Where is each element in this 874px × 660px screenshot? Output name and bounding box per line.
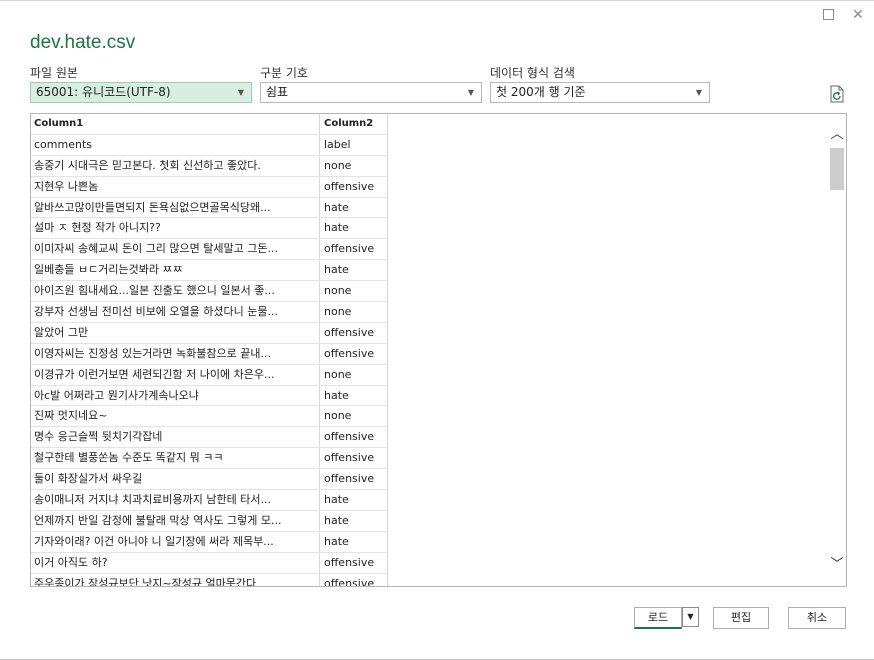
table-cell-comment: 아이즈원 힘내세요...일본 진출도 했으니 일본서 좋... — [31, 281, 320, 302]
chevron-down-icon[interactable]: ﹀ — [828, 556, 846, 574]
table-row: 이미자씨 송혜교씨 돈이 그리 많으면 탈세말고 그돈... offensive — [31, 239, 388, 261]
table-row: 설마 ㅈ 현정 작가 아니지?? hate — [31, 218, 388, 240]
table-cell-label: hate — [320, 531, 388, 552]
table-cell-comment: 기자와이래? 이건 아니야 니 일기장에 써라 제목부... — [31, 531, 320, 552]
table-cell-label: offensive — [320, 469, 388, 490]
table-row: 강부자 선생님 전미선 비보에 오열을 하셨다니 눈물... none — [31, 302, 388, 323]
dialog-title: dev.hate.csv — [30, 32, 136, 53]
cancel-button[interactable]: 취소 — [788, 607, 846, 629]
table-cell-label: none — [320, 364, 388, 385]
table-header-row: Column1 Column2 — [31, 114, 388, 135]
delimiter-value: 쉼표 — [266, 85, 289, 99]
detection-label: 데이터 형식 검색 — [490, 66, 575, 80]
load-options-button[interactable]: ▼ — [682, 607, 699, 627]
detection-dropdown[interactable]: 첫 200개 행 기준 ▼ — [490, 82, 710, 103]
maximize-icon[interactable] — [820, 7, 836, 23]
scrollbar-thumb[interactable] — [830, 148, 844, 190]
table-cell-label: offensive — [320, 239, 388, 260]
table-cell-comment: 설마 ㅈ 현정 작가 아니지?? — [31, 218, 320, 239]
refresh-icon[interactable] — [829, 85, 845, 103]
table-row: 언제까지 반일 감정에 불탈래 막상 역사도 그렇게 모... hate — [31, 510, 388, 532]
table-cell-label: none — [320, 281, 388, 302]
table-cell-comment: 주우종이가 장성규보단 낫지~장성규 얼마못간다 — [31, 573, 320, 586]
table-cell-label: hate — [320, 490, 388, 510]
detection-value: 첫 200개 행 기준 — [496, 85, 586, 99]
table-cell-comment: 이경규가 이런거보면 세련되긴함 저 나이에 차은우... — [31, 364, 320, 385]
table-cell-label: none — [320, 155, 388, 176]
preview-table: Column1 Column2 comments label 송중기 시대극은 믿고본다… — [31, 114, 388, 586]
table-cell-label: label — [320, 134, 388, 155]
table-cell-comment: 알았어 그만 — [31, 322, 320, 343]
file-origin-dropdown[interactable]: 65001: 유니코드(UTF-8) ▼ — [30, 82, 252, 103]
table-cell-label: offensive — [320, 552, 388, 573]
table-row: 알았어 그만 offensive — [31, 322, 388, 344]
table-row: comments label — [31, 134, 388, 156]
table-cell-label: hate — [320, 218, 388, 239]
delimiter-dropdown[interactable]: 쉼표 ▼ — [260, 82, 482, 103]
chevron-down-icon: ▼ — [695, 88, 702, 97]
table-row: 송이매니저 거지냐 치과치료비용까지 남한테 타서... hate — [31, 490, 388, 511]
table-cell-label: none — [320, 406, 388, 427]
table-cell-label: none — [320, 302, 388, 322]
load-button[interactable]: 로드 — [634, 607, 682, 629]
edit-button[interactable]: 편집 — [713, 607, 769, 629]
file-origin-label: 파일 원본 — [30, 66, 78, 80]
table-row: 명수 응근슬쩍 뒷치기각잡네 offensive — [31, 427, 388, 449]
table-row: 둘이 화장실가서 싸우길 offensive — [31, 469, 388, 491]
table-cell-label: hate — [320, 510, 388, 531]
table-cell-comment: 강부자 선생님 전미선 비보에 오열을 하셨다니 눈물... — [31, 302, 320, 322]
table-cell-comment: 명수 응근슬쩍 뒷치기각잡네 — [31, 427, 320, 448]
table-row: 철구한테 별풍쏜놈 수준도 똑같지 뭐 ㅋㅋ offensive — [31, 448, 388, 470]
table-cell-label: offensive — [320, 448, 388, 469]
table-cell-comment: 둘이 화장실가서 싸우길 — [31, 469, 320, 490]
table-cell-label: hate — [320, 260, 388, 281]
data-preview: Column1 Column2 comments label 송중기 시대극은 믿고본다… — [30, 113, 847, 587]
table-cell-label: hate — [320, 197, 388, 218]
table-row: 아c발 어쩌라고 뭔기사가계속나오냐 hate — [31, 385, 388, 407]
column1-header: Column1 — [31, 114, 320, 134]
table-cell-comment: 아c발 어쩌라고 뭔기사가계속나오냐 — [31, 385, 320, 406]
table-cell-comment: 지현우 나쁜놈 — [31, 176, 320, 197]
table-cell-comment: 송중기 시대극은 믿고본다. 첫회 신선하고 좋았다. — [31, 155, 320, 176]
chevron-down-icon: ▼ — [237, 88, 244, 97]
table-row: 이거 아직도 하? offensive — [31, 552, 388, 574]
table-cell-comment: 이거 아직도 하? — [31, 552, 320, 573]
table-cell-comment: 이영자씨는 진정성 있는거라면 녹화불참으로 끝내... — [31, 343, 320, 364]
table-row: 이경규가 이런거보면 세련되긴함 저 나이에 차은우... none — [31, 364, 388, 386]
table-cell-comment: 이미자씨 송혜교씨 돈이 그리 많으면 탈세말고 그돈... — [31, 239, 320, 260]
chevron-down-icon: ▼ — [467, 88, 474, 97]
column2-header: Column2 — [320, 114, 388, 134]
table-row: 주우종이가 장성규보단 낫지~장성규 얼마못간다 offensive — [31, 573, 388, 586]
table-cell-label: offensive — [320, 427, 388, 448]
table-cell-comment: 송이매니저 거지냐 치과치료비용까지 남한테 타서... — [31, 490, 320, 510]
table-row: 알바쓰고많이만들면되지 돈욕심없으면골목식당왜... hate — [31, 197, 388, 219]
table-cell-label: offensive — [320, 343, 388, 364]
table-cell-label: hate — [320, 385, 388, 406]
table-cell-comment: 일베충들 ㅂㄷ거리는것봐라 ㅉㅉ — [31, 260, 320, 281]
table-row: 송중기 시대극은 믿고본다. 첫회 신선하고 좋았다. none — [31, 155, 388, 177]
table-cell-comment: 진짜 멋지네요~ — [31, 406, 320, 427]
vertical-scrollbar[interactable]: ︿ ﹀ — [828, 114, 846, 586]
table-row: 이영자씨는 진정성 있는거라면 녹화불참으로 끝내... offensive — [31, 343, 388, 365]
table-cell-comment: comments — [31, 134, 320, 155]
table-row: 진짜 멋지네요~ none — [31, 406, 388, 428]
table-cell-comment: 언제까지 반일 감정에 불탈래 막상 역사도 그렇게 모... — [31, 510, 320, 531]
close-icon[interactable]: ✕ — [850, 7, 866, 23]
chevron-up-icon[interactable]: ︿ — [828, 126, 846, 144]
table-row: 기자와이래? 이건 아니야 니 일기장에 써라 제목부... hate — [31, 531, 388, 553]
table-cell-label: offensive — [320, 176, 388, 197]
file-origin-value: 65001: 유니코드(UTF-8) — [36, 85, 171, 99]
import-dialog: ✕ dev.hate.csv 파일 원본 65001: 유니코드(UTF-8) … — [0, 0, 874, 660]
table-row: 아이즈원 힘내세요...일본 진출도 했으니 일본서 좋... none — [31, 281, 388, 303]
table-row: 일베충들 ㅂㄷ거리는것봐라 ㅉㅉ hate — [31, 260, 388, 282]
table-cell-label: offensive — [320, 573, 388, 586]
table-cell-label: offensive — [320, 322, 388, 343]
table-row: 지현우 나쁜놈 offensive — [31, 176, 388, 198]
delimiter-label: 구분 기호 — [260, 66, 308, 80]
table-cell-comment: 철구한테 별풍쏜놈 수준도 똑같지 뭐 ㅋㅋ — [31, 448, 320, 469]
table-cell-comment: 알바쓰고많이만들면되지 돈욕심없으면골목식당왜... — [31, 197, 320, 218]
